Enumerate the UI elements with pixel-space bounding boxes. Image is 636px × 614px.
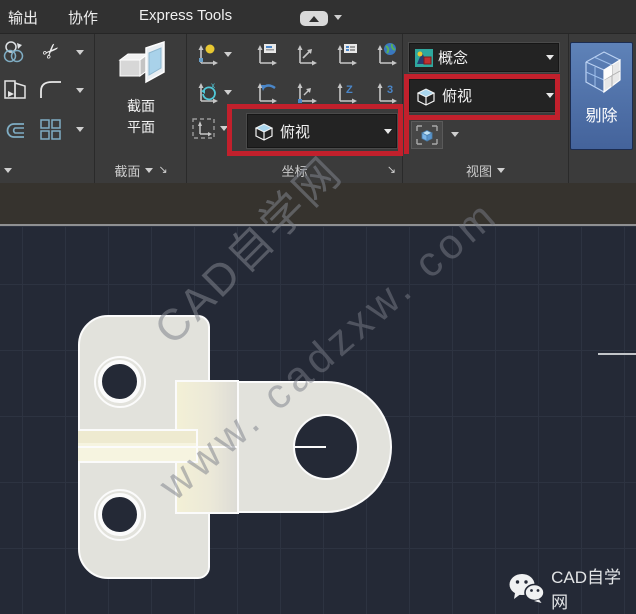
dropdown-arrow-icon[interactable] [145, 168, 154, 173]
panel-modify: ✂ [0, 34, 95, 183]
ucs-move-icon[interactable] [293, 42, 319, 68]
panel-coordinates-label[interactable]: 坐标 ↘ [187, 158, 402, 183]
wechat-icon [509, 574, 545, 603]
tab-collaborate[interactable]: 协作 [68, 7, 98, 28]
svg-text:Z: Z [346, 84, 353, 96]
annotation-box-overshoot [404, 118, 409, 154]
ucs-view-combo-value: 俯视 [280, 123, 311, 141]
tab-express-tools[interactable]: Express Tools [139, 7, 232, 24]
ribbon: ✂ 截面 平面 截面 ↘ x Z 3 俯视 坐标 ↘ 概念 俯视 视图 剔除 [0, 34, 636, 183]
panel-section-label[interactable]: 截面 ↘ [96, 158, 186, 183]
panel-coordinates: x Z 3 俯视 坐标 ↘ [187, 34, 403, 183]
visual-style-combo[interactable]: 概念 [409, 43, 559, 72]
tab-output[interactable]: 输出 [8, 7, 38, 28]
panel-modify-label [0, 158, 94, 183]
navigation-cube-button[interactable] [411, 121, 443, 149]
drawing-canvas[interactable]: CAD自学网 [0, 226, 636, 614]
ucs-z-axis-icon[interactable]: Z [333, 80, 359, 106]
panel-launcher-icon[interactable]: ↘ [387, 165, 396, 176]
ucs-world-icon[interactable] [373, 42, 399, 68]
watermark-logo-text: CAD自学网 [551, 568, 622, 612]
visual-style-value: 概念 [438, 50, 469, 67]
ucs-named-icon[interactable] [253, 42, 279, 68]
dropdown-arrow-icon[interactable] [76, 127, 84, 132]
view-combo[interactable]: 俯视 [409, 79, 559, 112]
dropdown-arrow-icon[interactable] [76, 88, 84, 93]
dropdown-arrow-icon[interactable] [220, 126, 228, 131]
dropdown-arrow-icon[interactable] [4, 168, 12, 173]
copy-circles-icon[interactable] [2, 39, 28, 65]
section-plane-label-line2: 平面 [127, 119, 155, 135]
view-cube-icon [416, 87, 436, 106]
fillet-icon[interactable] [38, 77, 64, 103]
panel-view-label-text: 视图 [465, 164, 492, 179]
view-combo-value: 俯视 [442, 88, 473, 105]
array-squares-icon[interactable] [38, 116, 64, 142]
autocad-window: 输出 协作 Express Tools ✂ 截面 平面 截面 ↘ x Z 3 俯… [0, 0, 636, 614]
ucs-3point-icon[interactable]: 3 [373, 80, 399, 106]
dropdown-arrow-icon[interactable] [334, 15, 342, 20]
watermark-logo: CAD自学网 [508, 563, 636, 613]
dropdown-arrow-icon[interactable] [384, 128, 392, 134]
ribbon-tab-bar: 输出 协作 Express Tools [0, 0, 636, 34]
ucs-origin-icon[interactable] [293, 80, 319, 106]
cull-button-label: 剔除 [585, 108, 618, 125]
svg-text:3: 3 [387, 84, 393, 96]
ucs-display-icon[interactable] [191, 116, 217, 142]
svg-text:x: x [211, 81, 215, 90]
panel-section-label-text: 截面 [114, 164, 141, 179]
dropdown-arrow-icon[interactable] [451, 132, 459, 137]
part-center-edge [78, 446, 238, 448]
ucs-rotate-x-icon[interactable]: x [194, 80, 220, 106]
offset-edge-icon[interactable] [2, 116, 28, 142]
dropdown-arrow-icon[interactable] [546, 93, 554, 98]
stray-edge-line [598, 353, 636, 355]
ucs-previous-icon[interactable] [253, 80, 279, 106]
trim-scissors-icon[interactable]: ✂ [33, 33, 70, 70]
panel-launcher-icon[interactable]: ↘ [158, 165, 167, 176]
view-cube-icon [254, 123, 274, 141]
cloud-up-arrow-icon [309, 15, 319, 22]
dropdown-arrow-icon[interactable] [546, 55, 554, 60]
section-plane-button[interactable]: 截面 平面 [104, 38, 178, 154]
ucs-view-combo[interactable]: 俯视 [247, 114, 397, 148]
panel-section: 截面 平面 截面 ↘ [96, 34, 187, 183]
dropdown-arrow-icon[interactable] [497, 168, 505, 173]
navigation-cube-icon [416, 125, 438, 145]
panel-coordinates-label-text: 坐标 [281, 164, 308, 179]
dropdown-arrow-icon[interactable] [76, 50, 84, 55]
part-hole-seam [295, 446, 326, 448]
ucs-property-icon[interactable] [194, 42, 220, 68]
ribbon-lower-strip [0, 183, 636, 224]
part-hole-top [98, 360, 141, 403]
visual-style-icon [415, 48, 433, 67]
section-plane-label-line1: 截面 [127, 98, 155, 114]
panel-cull: 剔除 [569, 34, 636, 183]
cull-cube-icon [584, 51, 621, 94]
panel-view: 概念 俯视 视图 [403, 34, 569, 183]
dropdown-arrow-icon[interactable] [224, 90, 232, 95]
cloud-icon[interactable] [300, 11, 328, 26]
ucs-list-icon[interactable] [333, 42, 359, 68]
dropdown-arrow-icon[interactable] [224, 52, 232, 57]
cull-button[interactable]: 剔除 [570, 42, 633, 150]
panel-view-label[interactable]: 视图 [403, 158, 568, 183]
section-plane-icon [118, 40, 165, 84]
part-hole-bottom [98, 493, 141, 536]
extrude-face-icon[interactable] [2, 77, 28, 103]
